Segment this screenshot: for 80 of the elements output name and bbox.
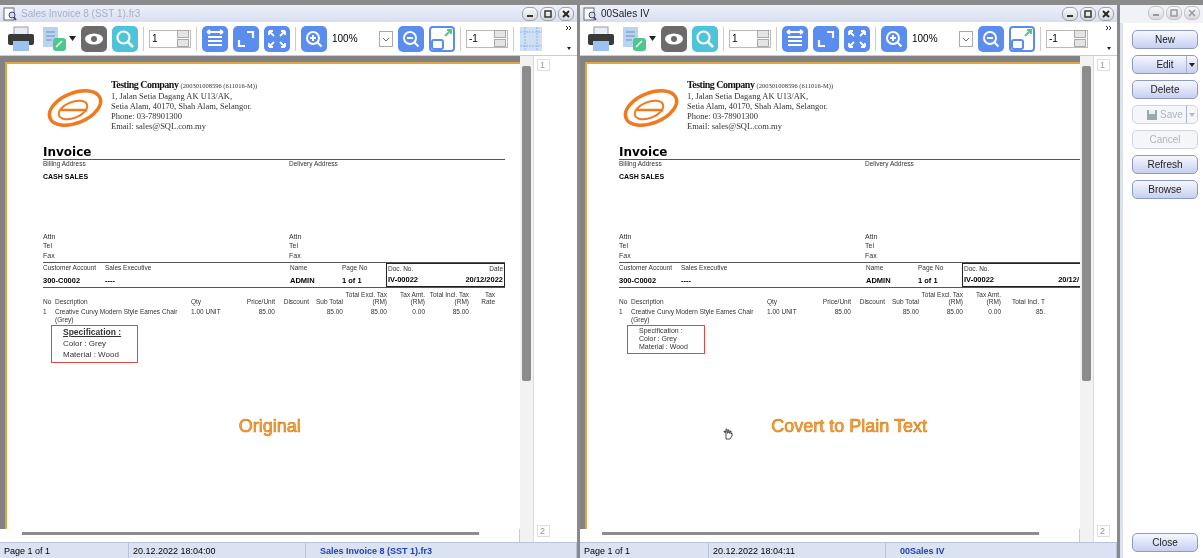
minimize-button[interactable]	[522, 6, 538, 21]
action-button[interactable]: Edit	[1132, 55, 1198, 74]
printer-icon[interactable]	[6, 25, 36, 52]
close-button[interactable]	[1098, 6, 1114, 21]
vertical-scrollbar-thumb[interactable]	[1082, 66, 1091, 381]
company-address-line: Email: sales@SQL.com.my	[111, 121, 207, 131]
page-number-field[interactable]: 1	[729, 29, 771, 48]
ruler-number: 2	[537, 525, 550, 537]
annotation-label: Covert to Plain Text	[771, 416, 927, 437]
zoom-value[interactable]: 100%	[912, 33, 954, 44]
ruler-number: 1	[1097, 59, 1110, 71]
status-file-name: 00Sales IV	[886, 543, 1117, 558]
fit-width-icon[interactable]	[202, 25, 228, 52]
window-resize-icon[interactable]	[1009, 25, 1035, 52]
company-address-line: Setia Alam, 40170, Shah Alam, Selangor.	[111, 101, 253, 111]
dropdown-caret-icon[interactable]	[649, 36, 656, 41]
eye-icon[interactable]	[81, 25, 107, 52]
zoom-in-icon[interactable]	[881, 25, 907, 52]
company-name: Testing Company	[111, 79, 179, 90]
document-title: Invoice	[619, 145, 1080, 160]
offset-field[interactable]: -1	[1046, 29, 1088, 48]
maximize-button[interactable]	[1080, 6, 1096, 21]
annotation-label: Original	[238, 416, 301, 437]
maximize-icon	[1170, 9, 1178, 17]
close-button[interactable]	[558, 6, 574, 21]
printer-icon[interactable]	[586, 25, 616, 52]
expand-arrows-icon[interactable]	[264, 25, 290, 52]
window-title: 00Sales IV	[601, 8, 651, 19]
offset-field[interactable]: -1	[466, 29, 508, 48]
maximize-icon	[544, 9, 552, 18]
horizontal-scrollbar-thumb[interactable]	[22, 532, 479, 535]
fit-width-icon[interactable]	[782, 25, 808, 52]
close-icon	[562, 9, 570, 18]
dropdown-caret-icon[interactable]	[69, 36, 76, 41]
vertical-scrollbar-thumb[interactable]	[522, 66, 531, 381]
zoom-dropdown-icon[interactable]	[379, 30, 393, 47]
horizontal-scrollbar-thumb[interactable]	[602, 532, 1039, 535]
zoom-out-icon[interactable]	[978, 25, 1004, 52]
close-button[interactable]: Close	[1132, 533, 1198, 552]
company-address-line: Email: sales@SQL.com.my	[687, 121, 783, 131]
zoom-dropdown-icon[interactable]	[959, 30, 973, 47]
specification-line: Material : Wood	[63, 349, 120, 360]
status-time: 20.12.2022 18:04:00	[129, 543, 306, 558]
specification-heading: Specification :	[63, 327, 122, 338]
dropdown-caret-icon	[1189, 62, 1195, 67]
maximize-button[interactable]	[540, 6, 556, 21]
close-icon	[1188, 9, 1196, 17]
company-address-line: Setia Alam, 40170, Shah Alam, Selangor.	[687, 101, 829, 111]
corners-icon[interactable]	[813, 25, 839, 52]
company-address-line: 1, Jalan Setia Dagang AK U13/AK,	[687, 91, 810, 101]
search-icon[interactable]	[112, 25, 138, 52]
status-time: 20.12.2022 18:04:11	[709, 543, 886, 558]
ruler-number: 1	[537, 59, 550, 71]
corners-icon[interactable]	[233, 25, 259, 52]
action-button[interactable]: Delete	[1132, 80, 1198, 99]
action-button[interactable]: Refresh	[1132, 155, 1198, 174]
maximize-icon	[1084, 9, 1092, 18]
action-button[interactable]: New	[1132, 30, 1198, 49]
status-page: Page 1 of 1	[0, 543, 129, 558]
minimize-button[interactable]	[1062, 6, 1078, 21]
zoom-value[interactable]: 100%	[332, 33, 374, 44]
search-icon[interactable]	[692, 25, 718, 52]
eye-icon[interactable]	[661, 25, 687, 52]
close-icon	[1102, 9, 1110, 18]
action-button[interactable]: Browse	[1132, 180, 1198, 199]
page-number-field[interactable]: 1	[149, 29, 191, 48]
zoom-in-icon[interactable]	[301, 25, 327, 52]
document-title: Invoice	[43, 145, 505, 160]
company-address-line: 1, Jalan Setia Dagang AK U13/AK,	[111, 91, 234, 101]
specification-line: Color : Grey	[63, 338, 108, 349]
status-file-name: Sales Invoice 8 (SST 1).fr3	[306, 543, 577, 558]
company-address-line: Phone: 03-78901300	[687, 111, 760, 121]
expand-arrows-icon[interactable]	[844, 25, 870, 52]
status-page: Page 1 of 1	[580, 543, 709, 558]
dropdown-caret-icon	[1189, 112, 1195, 117]
ruler-number: 2	[1097, 525, 1110, 537]
window-resize-icon[interactable]	[429, 25, 455, 52]
zoom-out-icon[interactable]	[398, 25, 424, 52]
company-address-line: Phone: 03-78901300	[111, 111, 184, 121]
company-name: Testing Company	[687, 79, 755, 90]
